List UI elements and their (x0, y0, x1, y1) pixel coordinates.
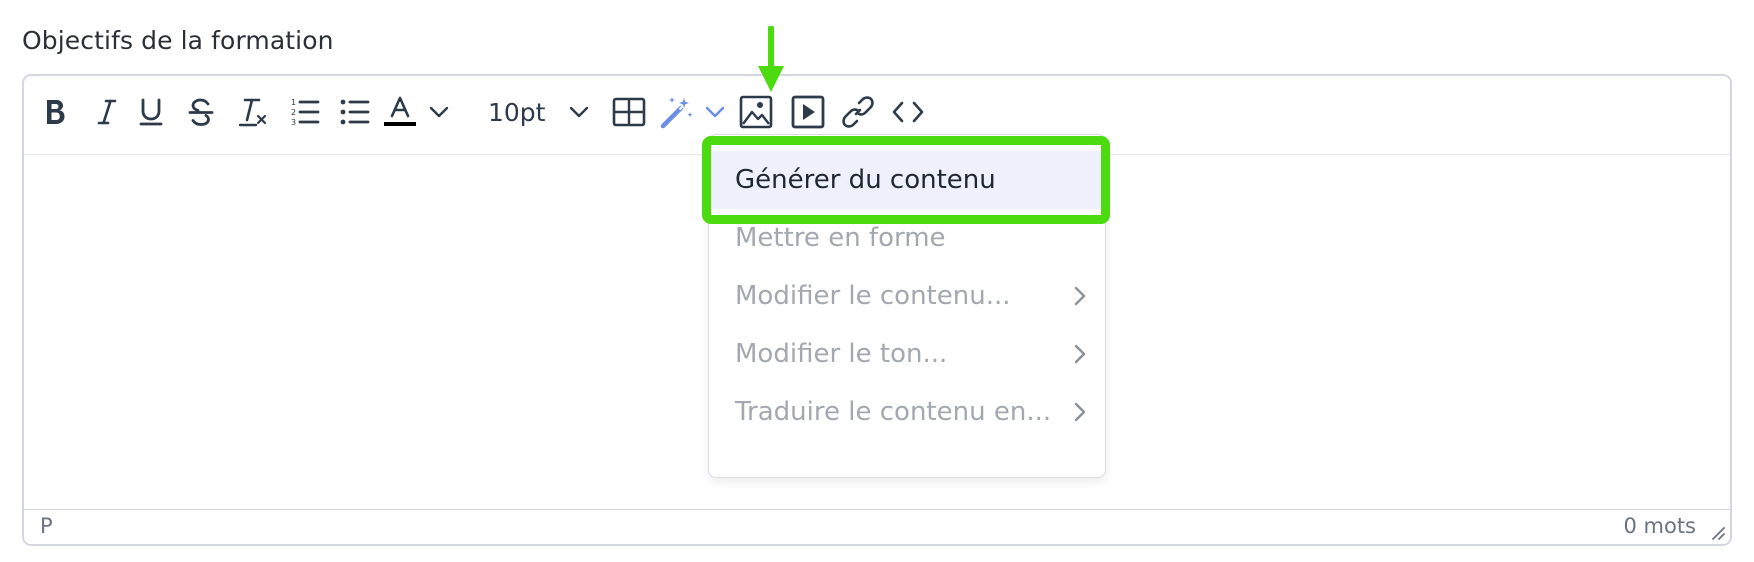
menu-item-format[interactable]: Mettre en forme (709, 209, 1105, 267)
menu-item-label: Modifier le contenu... (735, 281, 1011, 311)
chevron-down-icon (429, 106, 449, 118)
ai-assistant-button[interactable] (656, 90, 698, 134)
font-size-value: 10pt (488, 97, 546, 127)
editor-statusbar: P 0 mots (24, 509, 1730, 544)
resize-handle-icon[interactable] (1708, 523, 1726, 541)
menu-item-label: Générer du contenu (735, 165, 996, 195)
underline-button[interactable] (130, 90, 172, 134)
italic-icon (97, 99, 117, 125)
menu-item-label: Traduire le contenu en... (735, 397, 1052, 427)
menu-item-modify-tone[interactable]: Modifier le ton... (709, 325, 1105, 383)
ordered-list-icon: 1 2 3 (291, 98, 320, 127)
insert-media-button[interactable] (786, 90, 830, 134)
text-color-icon (384, 96, 416, 126)
svg-text:2: 2 (291, 108, 296, 117)
menu-item-translate-content[interactable]: Traduire le contenu en... (709, 383, 1105, 441)
strikethrough-button[interactable] (180, 90, 222, 134)
chevron-right-icon (1074, 402, 1086, 422)
ordered-list-button[interactable]: 1 2 3 (282, 90, 328, 134)
menu-item-modify-content[interactable]: Modifier le contenu... (709, 267, 1105, 325)
source-code-button[interactable] (886, 90, 930, 134)
table-button[interactable] (608, 90, 650, 134)
code-icon (892, 101, 924, 123)
bullet-list-icon (340, 99, 370, 125)
chevron-right-icon (1074, 286, 1086, 306)
element-path[interactable]: P (40, 514, 53, 538)
chevron-down-icon (570, 106, 589, 118)
text-color-button[interactable] (380, 90, 420, 134)
insert-link-button[interactable] (836, 90, 880, 134)
menu-item-generate-content[interactable]: Générer du contenu (709, 151, 1105, 209)
strikethrough-icon (188, 98, 214, 126)
clear-format-button[interactable] (230, 90, 276, 134)
svg-text:3: 3 (291, 118, 296, 127)
underline-icon (139, 98, 163, 126)
link-icon (842, 96, 874, 128)
bold-icon (47, 100, 65, 124)
chevron-right-icon (1074, 344, 1086, 364)
media-icon (791, 95, 825, 129)
menu-item-label: Modifier le ton... (735, 339, 948, 369)
field-label: Objectifs de la formation (22, 26, 334, 55)
word-count: 0 mots (1623, 514, 1696, 538)
image-icon (739, 95, 773, 129)
editor-screen: Objectifs de la formation 1 2 3 10pt P 0… (0, 0, 1754, 562)
text-color-dropdown-button[interactable] (424, 90, 454, 134)
font-size-select[interactable]: 10pt (488, 90, 598, 134)
italic-button[interactable] (86, 90, 128, 134)
table-icon (612, 97, 646, 127)
chevron-down-icon (705, 106, 725, 118)
bullet-list-button[interactable] (332, 90, 378, 134)
ai-assistant-menu: Générer du contenu Mettre en forme Modif… (708, 134, 1106, 478)
ai-assistant-dropdown-button[interactable] (700, 90, 730, 134)
arrow-down-icon (758, 26, 784, 92)
magic-wand-icon (660, 97, 693, 129)
insert-image-button[interactable] (734, 90, 778, 134)
bold-button[interactable] (34, 90, 76, 134)
menu-item-label: Mettre en forme (735, 223, 946, 253)
clear-format-icon (238, 98, 267, 127)
svg-text:1: 1 (291, 98, 296, 107)
